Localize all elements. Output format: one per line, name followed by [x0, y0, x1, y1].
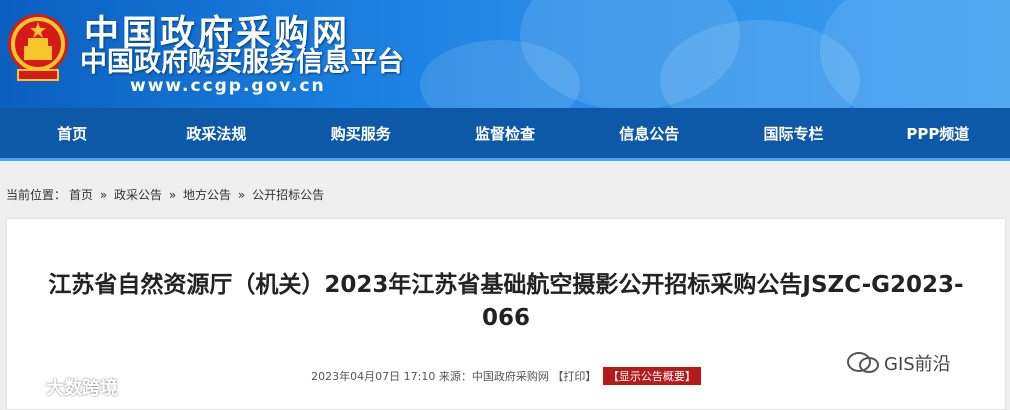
site-banner: 中国政府采购网 中国政府购买服务信息平台 www.ccgp.gov.cn [0, 0, 1010, 108]
national-emblem-icon[interactable] [6, 10, 70, 86]
breadcrumb: 当前位置： 首页 » 政采公告 » 地方公告 » 公开招标公告 [6, 186, 327, 203]
show-summary-button[interactable]: 【显示公告概要】 [602, 367, 701, 385]
nav-regulations[interactable]: 政采法规 [144, 108, 288, 158]
breadcrumb-separator: » [237, 188, 246, 202]
print-link[interactable]: 【打印】 [552, 370, 596, 383]
nav-announcements[interactable]: 信息公告 [577, 108, 721, 158]
watermark-right: GIS前沿 [846, 350, 951, 376]
breadcrumb-procurement-notices[interactable]: 政采公告 [114, 188, 162, 202]
breadcrumb-public-tender[interactable]: 公开招标公告 [252, 188, 324, 202]
article-title: 江苏省自然资源厅（机关）2023年江苏省基础航空摄影公开招标采购公告JSZC-G… [48, 272, 964, 331]
watermark-left-text: 大数跨境 [46, 378, 118, 399]
nav-supervision[interactable]: 监督检查 [433, 108, 577, 158]
breadcrumb-separator: » [168, 188, 177, 202]
site-url[interactable]: www.ccgp.gov.cn [130, 76, 326, 96]
article-panel: 江苏省自然资源厅（机关）2023年江苏省基础航空摄影公开招标采购公告JSZC-G… [6, 218, 1006, 410]
nav-ppp[interactable]: PPP频道 [866, 108, 1010, 158]
nav-home[interactable]: 首页 [0, 108, 144, 158]
watermark-right-text: GIS前沿 [884, 354, 951, 375]
wechat-icon [847, 352, 879, 373]
site-subtitle: 中国政府购买服务信息平台 [80, 47, 404, 78]
article-source-label: 来源： [438, 370, 472, 383]
wechat-icon [11, 378, 38, 396]
watermark-left: 大数跨境 [10, 374, 118, 400]
breadcrumb-prefix: 当前位置： [6, 188, 67, 202]
breadcrumb-local-notices[interactable]: 地方公告 [183, 188, 231, 202]
article-date: 2023年04月07日 17:10 [311, 370, 436, 383]
breadcrumb-separator: » [99, 188, 108, 202]
article-source: 中国政府采购网 [471, 370, 549, 383]
breadcrumb-home[interactable]: 首页 [69, 188, 93, 202]
main-nav: 首页 政采法规 购买服务 监督检查 信息公告 国际专栏 PPP频道 [0, 108, 1010, 161]
nav-international[interactable]: 国际专栏 [721, 108, 865, 158]
nav-purchase-services[interactable]: 购买服务 [289, 108, 433, 158]
